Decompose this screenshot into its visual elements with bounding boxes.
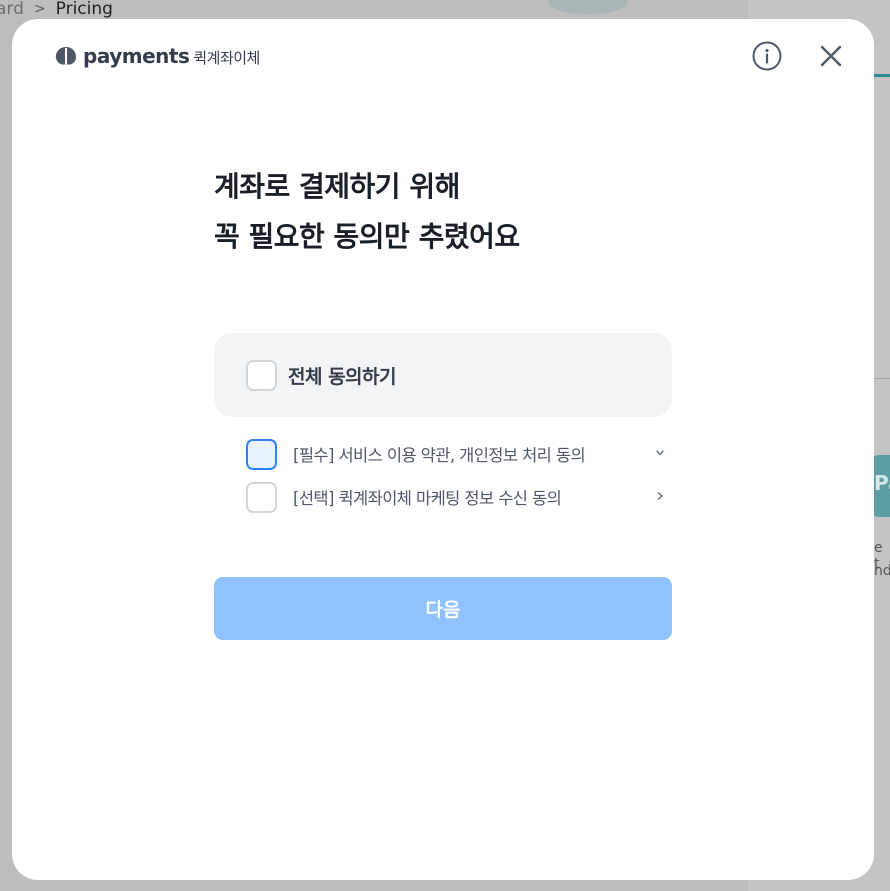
breadcrumb-item-current: Pricing: [55, 0, 113, 19]
chevron-down-icon[interactable]: [654, 446, 666, 460]
agree-all-label: 전체 동의하기: [288, 365, 397, 388]
terms-item-optional-marketing[interactable]: [선택] 퀵계좌이체 마케팅 정보 수신 동의: [246, 481, 666, 513]
page-title: 계좌로 결제하기 위해 꼭 필요한 동의만 추렸어요: [214, 162, 520, 262]
terms-item-required-service[interactable]: [필수] 서비스 이용 약관, 개인정보 처리 동의: [246, 438, 666, 470]
terms-optional-checkbox[interactable]: [246, 481, 277, 513]
info-button[interactable]: [750, 39, 784, 73]
terms-optional-label: [선택] 퀵계좌이체 마케팅 정보 수신 동의: [293, 489, 562, 508]
close-button[interactable]: [814, 39, 848, 73]
breadcrumb-item-prev: ard: [0, 0, 24, 19]
background-divider: [872, 378, 890, 379]
background-text-fragment: nd: [874, 563, 890, 579]
next-button[interactable]: 다음: [214, 577, 672, 640]
close-icon: [820, 45, 842, 67]
payment-agreement-modal: payments 퀵계좌이체 계좌로 결제하기 위해 꼭 필요한 동의만 추렸어…: [12, 19, 874, 880]
info-icon: [752, 41, 782, 71]
agree-all-toggle[interactable]: 전체 동의하기: [214, 333, 672, 417]
brand-subtitle: 퀵계좌이체: [193, 48, 260, 67]
terms-required-label: [필수] 서비스 이용 약관, 개인정보 처리 동의: [293, 446, 586, 465]
brand-name: payments: [83, 44, 190, 68]
page-title-line-1: 계좌로 결제하기 위해: [214, 170, 460, 203]
breadcrumb: ard > Pricing: [0, 0, 113, 20]
background-accent-line: [872, 74, 890, 77]
brand-logo: payments 퀵계좌이체: [54, 44, 260, 68]
background-pay-button: Pa: [872, 455, 890, 517]
breadcrumb-separator-icon: >: [33, 1, 46, 17]
terms-required-checkbox[interactable]: [246, 438, 277, 470]
agree-all-checkbox[interactable]: [246, 359, 277, 391]
payments-logo-icon: [55, 47, 76, 65]
chevron-right-icon[interactable]: [654, 489, 666, 503]
page-title-line-2: 꼭 필요한 동의만 추렸어요: [214, 220, 520, 253]
